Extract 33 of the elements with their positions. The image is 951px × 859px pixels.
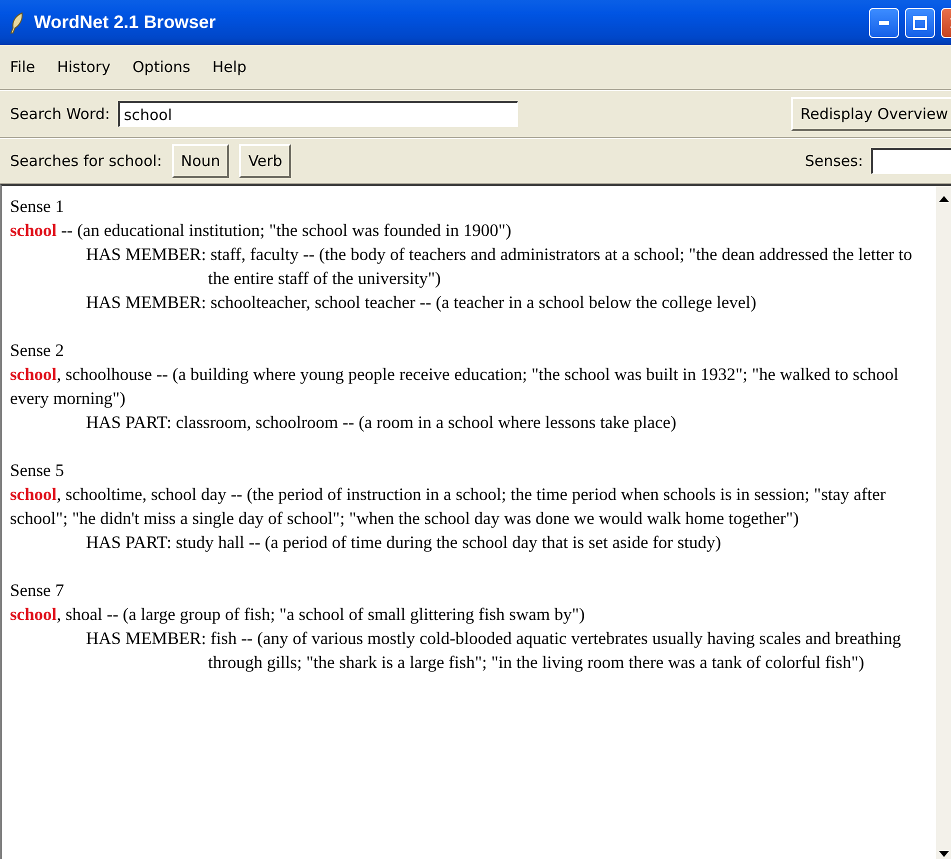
relation-line: HAS PART: study hall -- (a period of time during the school day that is set aside for study): [85, 531, 722, 554]
relation-line: HAS MEMBER: fish -- (any of various mostly cold-blooded aquatic vertebrates usually having scales and breathing through gills; "the shark is a large fish"; "in the living room there was a tank of colorful fish"): [85, 627, 902, 674]
relation-line: HAS PART: classroom, schoolroom -- (a room in a school where lessons take place): [85, 411, 678, 434]
scroll-up-icon[interactable]: [938, 196, 948, 202]
relation-line: HAS MEMBER: schoolteacher, school teacher -- (a teacher in a school below the college level): [85, 291, 758, 314]
search-label: Search Word:: [10, 105, 110, 123]
menu-item[interactable]: File: [10, 58, 36, 76]
menu-item[interactable]: History: [57, 58, 110, 76]
feather-icon: [10, 12, 24, 34]
pos-button[interactable]: Noun: [172, 144, 230, 178]
sense-label: Sense 5: [10, 459, 65, 482]
menu-item[interactable]: Help: [212, 58, 247, 76]
synset-line: school, schooltime, school day -- (the period of instruction in a school; the time period when schools is in session; "stay after school"; "he didn't miss a single day of school"; "when the school day was done we would walk home together"): [10, 483, 887, 530]
synset-line: school -- (an educational institution; "the school was founded in 1900"): [10, 219, 512, 242]
synset-line: school, schoolhouse -- (a building where young people receive education; "the school was built in 1932"; "he walked to school every morning"): [10, 363, 900, 410]
sense-label: Sense 7: [10, 579, 65, 602]
relation-line: HAS MEMBER: staff, faculty -- (the body of teachers and administrators at a school; "the dean addressed the letter to the entire staff of the university"): [85, 243, 914, 290]
search-field[interactable]: school: [118, 101, 518, 127]
menu-item[interactable]: Options: [132, 58, 190, 76]
minimize-icon: [879, 20, 889, 24]
maximize-icon: [913, 16, 927, 30]
scroll-down-icon[interactable]: [938, 851, 948, 857]
sense-label: Sense 2: [10, 339, 65, 362]
redisplay-button[interactable]: Redisplay Overview: [791, 97, 951, 131]
senses-field[interactable]: [871, 148, 951, 174]
searches-label: Searches for school:: [10, 152, 162, 170]
sense-label: Sense 1: [10, 195, 65, 218]
pos-button[interactable]: Verb: [239, 144, 292, 178]
window-title: WordNet 2.1 Browser: [34, 12, 216, 33]
minimize-button[interactable]: [869, 8, 899, 38]
synset-line: school, shoal -- (a large group of fish; "a school of small glittering fish swam by"): [10, 603, 586, 626]
maximize-button[interactable]: [905, 8, 935, 38]
senses-label: Senses:: [804, 152, 863, 170]
